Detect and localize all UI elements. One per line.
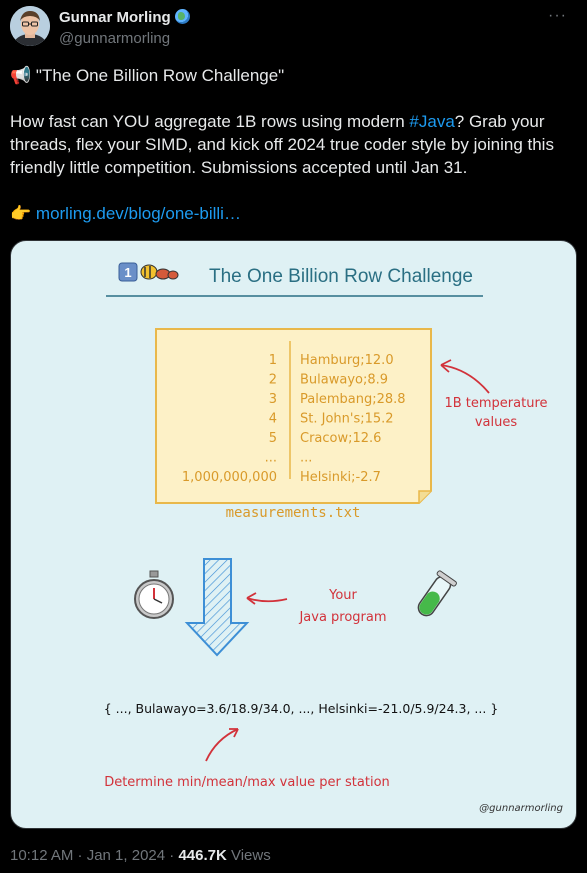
tweet-meta: 10:12 AM · Jan 1, 2024 · 446.7K Views: [10, 847, 271, 864]
tweet-image[interactable]: 1 The One Billion Row Challenge 1 Hamburg…: [10, 240, 577, 829]
hashtag-link[interactable]: #Java: [409, 112, 454, 131]
views-label: Views: [226, 847, 271, 864]
annotation-arrow-determine: [205, 728, 239, 762]
more-options-icon[interactable]: ···: [548, 7, 567, 25]
annotation-arrow-values: [440, 364, 490, 394]
processing-arrow: [184, 558, 250, 657]
row-value: Palembang;28.8: [300, 392, 406, 407]
pointing-hand-icon: 👉: [10, 204, 32, 223]
row-value: Cracow;12.6: [300, 431, 381, 446]
globe-icon: [174, 9, 190, 24]
timestamp[interactable]: 10:12 AM · Jan 1, 2024 ·: [10, 847, 178, 864]
row-number: 5: [269, 431, 277, 446]
tweet-body-pre: How fast can YOU aggregate 1B rows using…: [10, 112, 410, 131]
megaphone-icon: 📢: [10, 66, 32, 85]
author-name[interactable]: Gunnar Morling: [59, 9, 190, 26]
tweet-title-line: "The One Billion Row Challenge": [35, 66, 285, 85]
row-number: ...: [265, 451, 277, 466]
row-value: Bulawayo;8.9: [300, 373, 388, 388]
file-label: measurements.txt: [226, 505, 361, 521]
challenge-diagram: 1 The One Billion Row Challenge 1 Hamburg…: [104, 262, 563, 814]
annotation-program-line2: Java program: [298, 610, 386, 625]
annotation-values-line2: values: [475, 415, 518, 430]
annotation-values-line1: 1B temperature: [444, 396, 547, 411]
row-number: 3: [269, 392, 277, 407]
avatar-image: [10, 6, 50, 46]
annotation-program-line1: Your: [328, 588, 357, 603]
tweet-text: 📢 "The One Billion Row Challenge" How fa…: [10, 64, 580, 225]
stopwatch-icon: [134, 570, 174, 619]
test-tube-icon: [417, 570, 457, 617]
annotation-arrow-program: [246, 597, 288, 603]
determine-text: Determine min/mean/max value per station: [104, 775, 390, 790]
svg-text:1: 1: [124, 265, 131, 280]
row-number: 4: [269, 412, 277, 427]
avatar[interactable]: [10, 6, 50, 46]
title-icons: 1: [118, 262, 179, 282]
blog-link[interactable]: morling.dev/blog/one-billi…: [36, 204, 241, 223]
row-value: St. John's;15.2: [300, 412, 394, 427]
signature: @gunnarmorling: [479, 803, 563, 814]
row-number: 1,000,000,000: [182, 470, 277, 485]
row-value: Hamburg;12.0: [300, 353, 394, 368]
result-line: { ..., Bulawayo=3.6/18.9/34.0, ..., Hels…: [104, 701, 499, 716]
row-number: 1: [269, 353, 277, 368]
views-count: 446.7K: [178, 847, 227, 864]
image-title: The One Billion Row Challenge: [209, 266, 473, 287]
author-handle[interactable]: @gunnarmorling: [59, 30, 170, 47]
row-value: Helsinki;-2.7: [300, 470, 381, 485]
row-value: ...: [300, 451, 312, 466]
row-number: 2: [269, 373, 277, 388]
